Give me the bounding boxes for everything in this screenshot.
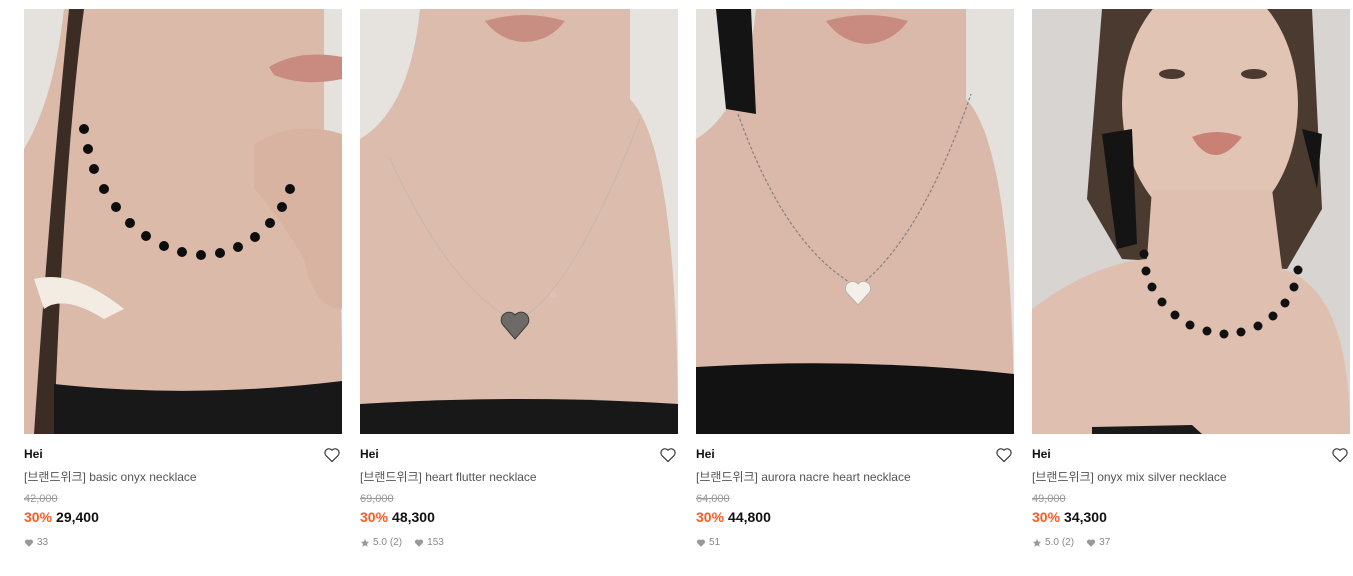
- price-row: 30% 29,400: [24, 508, 342, 526]
- heart-filled-icon: [414, 538, 424, 548]
- sale-price: 44,800: [728, 509, 771, 525]
- product-card[interactable]: Hei [브랜드위크] heart flutter necklace 69,00…: [360, 9, 678, 550]
- discount-rate: 30%: [696, 509, 725, 525]
- price-row: 30% 34,300: [1032, 508, 1350, 526]
- review-count: (2): [389, 537, 403, 548]
- review-count: (2): [1061, 537, 1075, 548]
- product-card[interactable]: Hei [브랜드위크] aurora nacre heart necklace …: [696, 9, 1014, 550]
- like-count: 37: [1099, 537, 1111, 548]
- product-stats: 5.0 (2) 37: [1032, 536, 1350, 550]
- product-info: Hei [브랜드위크] aurora nacre heart necklace …: [696, 434, 1014, 550]
- heart-outline-icon[interactable]: [995, 447, 1013, 463]
- heart-outline-icon[interactable]: [1331, 447, 1349, 463]
- product-stats: 51: [696, 536, 1014, 550]
- product-image[interactable]: [696, 9, 1014, 434]
- brand-name[interactable]: Hei: [24, 447, 342, 462]
- product-grid: Hei [브랜드위크] basic onyx necklace 42,000 3…: [24, 9, 1350, 550]
- discount-rate: 30%: [24, 509, 53, 525]
- discount-rate: 30%: [360, 509, 389, 525]
- heart-filled-icon: [24, 538, 34, 548]
- product-card[interactable]: Hei [브랜드위크] basic onyx necklace 42,000 3…: [24, 9, 342, 550]
- brand-name[interactable]: Hei: [360, 447, 678, 462]
- heart-filled-icon: [696, 538, 706, 548]
- original-price: 64,000: [696, 493, 730, 505]
- product-info: Hei [브랜드위크] onyx mix silver necklace 49,…: [1032, 434, 1350, 550]
- product-name[interactable]: [브랜드위크] aurora nacre heart necklace: [696, 470, 1014, 485]
- original-price: 49,000: [1032, 493, 1066, 505]
- product-image[interactable]: [360, 9, 678, 434]
- product-info: Hei [브랜드위크] heart flutter necklace 69,00…: [360, 434, 678, 550]
- sale-price: 29,400: [56, 509, 99, 525]
- product-card[interactable]: Hei [브랜드위크] onyx mix silver necklace 49,…: [1032, 9, 1350, 550]
- product-info: Hei [브랜드위크] basic onyx necklace 42,000 3…: [24, 434, 342, 550]
- rating-score: 5.0: [1045, 537, 1059, 548]
- product-name[interactable]: [브랜드위크] heart flutter necklace: [360, 470, 678, 485]
- rating-score: 5.0: [373, 537, 387, 548]
- original-price: 69,000: [360, 493, 394, 505]
- brand-name[interactable]: Hei: [696, 447, 1014, 462]
- sale-price: 48,300: [392, 509, 435, 525]
- star-icon: [1032, 538, 1042, 548]
- price-row: 30% 48,300: [360, 508, 678, 526]
- heart-outline-icon[interactable]: [323, 447, 341, 463]
- like-count: 153: [427, 537, 444, 548]
- sale-price: 34,300: [1064, 509, 1107, 525]
- brand-name[interactable]: Hei: [1032, 447, 1350, 462]
- product-image[interactable]: [1032, 9, 1350, 434]
- price-row: 30% 44,800: [696, 508, 1014, 526]
- like-count: 51: [709, 537, 721, 548]
- product-name[interactable]: [브랜드위크] basic onyx necklace: [24, 470, 342, 485]
- original-price: 42,000: [24, 493, 58, 505]
- discount-rate: 30%: [1032, 509, 1061, 525]
- heart-filled-icon: [1086, 538, 1096, 548]
- product-stats: 33: [24, 536, 342, 550]
- product-image[interactable]: [24, 9, 342, 434]
- heart-outline-icon[interactable]: [659, 447, 677, 463]
- product-stats: 5.0 (2) 153: [360, 536, 678, 550]
- star-icon: [360, 538, 370, 548]
- product-name[interactable]: [브랜드위크] onyx mix silver necklace: [1032, 470, 1350, 485]
- like-count: 33: [37, 537, 49, 548]
